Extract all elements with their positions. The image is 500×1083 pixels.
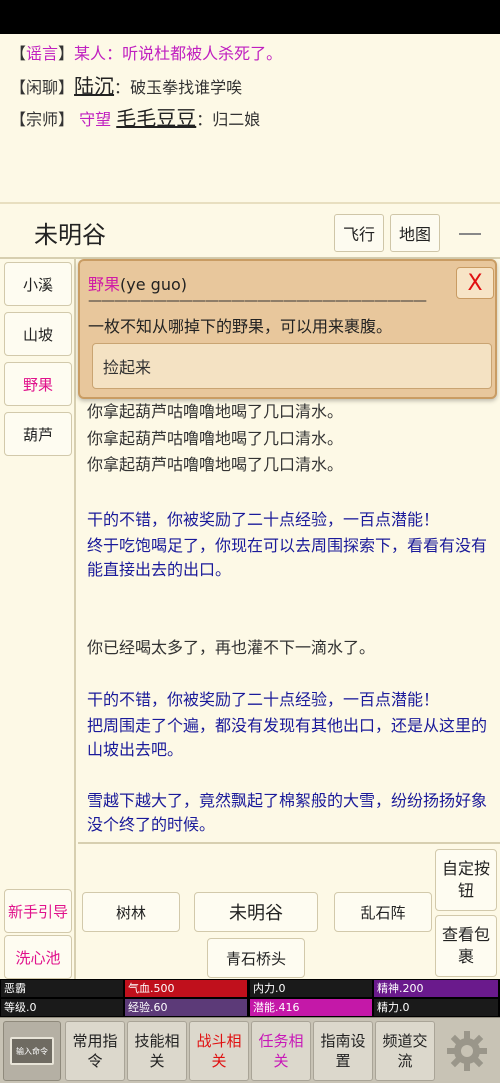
close-button[interactable]: X bbox=[456, 267, 494, 299]
object-gourd[interactable]: 葫芦 bbox=[4, 412, 72, 456]
log-line: 干的不错，你被奖励了二十点经验，一百点潜能！ bbox=[87, 510, 440, 529]
stat-jingshen: 精神.200 bbox=[374, 980, 498, 997]
room-header: 未明谷 飞行 地图 bbox=[0, 205, 500, 259]
tab-common-commands[interactable]: 常用指令 bbox=[65, 1021, 125, 1081]
stat-jingli: 精力.0 bbox=[374, 999, 498, 1016]
chat-speaker[interactable]: 陆沉 bbox=[74, 74, 114, 98]
chat-channel: 宗师 bbox=[26, 110, 59, 129]
system-status-bar bbox=[0, 0, 500, 34]
stat-hp: 气血.500 bbox=[125, 980, 247, 997]
exits-panel: 树林 未明谷 乱石阵 青石桥头 自定按钮 查看包裹 bbox=[78, 842, 500, 979]
log-line: 干的不错，你被奖励了二十点经验，一百点潜能！ bbox=[87, 690, 440, 709]
gear-icon[interactable] bbox=[438, 1021, 496, 1081]
fly-button[interactable]: 飞行 bbox=[334, 214, 384, 252]
item-popup: 野果(ye guo) X —————————————————————————— … bbox=[78, 259, 497, 399]
stat-neili: 内力.0 bbox=[250, 980, 372, 997]
newbie-guide-button[interactable]: 新手引导 bbox=[4, 889, 72, 933]
collapse-icon[interactable] bbox=[448, 219, 492, 249]
command-input-button[interactable]: 输入命令 bbox=[3, 1021, 61, 1081]
log-line: 你已经喝太多了，再也灌不下一滴水了。 bbox=[87, 638, 376, 657]
command-input-label: 输入命令 bbox=[10, 1037, 54, 1065]
object-stream[interactable]: 小溪 bbox=[4, 262, 72, 306]
map-button[interactable]: 地图 bbox=[390, 214, 440, 252]
log-line: 你拿起葫芦咕噜噜地喝了几口清水。 bbox=[87, 429, 344, 448]
chat-divider bbox=[0, 202, 500, 204]
log-line: 你拿起葫芦咕噜噜地喝了几口清水。 bbox=[87, 455, 344, 474]
tab-combat[interactable]: 战斗相关 bbox=[189, 1021, 249, 1081]
exit-east[interactable]: 乱石阵 bbox=[334, 892, 432, 932]
stat-level: 等级.0 bbox=[1, 999, 123, 1016]
chat-line: 【谣言】某人：听说杜都被人杀死了。 bbox=[10, 44, 283, 63]
gear-icon-svg bbox=[447, 1031, 487, 1071]
log-line: 雪越下越大了，竟然飘起了棉絮般的大雪，纷纷扬扬好象没个终了的时候。 bbox=[87, 791, 488, 834]
bottom-tabbar: 输入命令 常用指令 技能相关 战斗相关 任务相关 指南设置 频道交流 bbox=[0, 1017, 500, 1083]
stat-exp: 经验.60 bbox=[125, 999, 247, 1016]
item-title: 野果(ye guo) bbox=[88, 271, 187, 295]
tab-channels[interactable]: 频道交流 bbox=[375, 1021, 435, 1081]
exit-west[interactable]: 树林 bbox=[82, 892, 180, 932]
wash-heart-pool-button[interactable]: 洗心池 bbox=[4, 935, 72, 979]
inventory-button[interactable]: 查看包裹 bbox=[435, 915, 497, 977]
object-hillside[interactable]: 山坡 bbox=[4, 312, 72, 356]
log-line: 你拿起葫芦咕噜噜地喝了几口清水。 bbox=[87, 402, 344, 421]
chat-message: 听说杜都被人杀死了。 bbox=[122, 44, 283, 63]
chat-speaker[interactable]: 毛毛豆豆 bbox=[116, 106, 196, 130]
object-column: 小溪 山坡 野果 葫芦 新手引导 洗心池 bbox=[0, 259, 76, 979]
tab-guide-settings[interactable]: 指南设置 bbox=[313, 1021, 373, 1081]
chat-title: 守望 bbox=[79, 110, 112, 129]
chat-line: 【闲聊】陆沉：破玉拳找谁学唉 bbox=[10, 74, 243, 98]
exit-south[interactable]: 青石桥头 bbox=[207, 938, 305, 978]
tab-quests[interactable]: 任务相关 bbox=[251, 1021, 311, 1081]
log-line: 终于吃饱喝足了，你现在可以去周围探索下，看看有没有能直接出去的出口。 bbox=[87, 536, 488, 579]
object-wild-fruit[interactable]: 野果 bbox=[4, 362, 72, 406]
item-divider: —————————————————————————— bbox=[88, 293, 427, 309]
chat-message: 归二娘 bbox=[212, 110, 261, 129]
stat-alignment: 恶霸 bbox=[1, 980, 123, 997]
chat-panel: 【谣言】某人：听说杜都被人杀死了。 【闲聊】陆沉：破玉拳找谁学唉 【宗师】 守望… bbox=[0, 34, 500, 202]
exit-current[interactable]: 未明谷 bbox=[194, 892, 318, 932]
chat-speaker[interactable]: 某人 bbox=[74, 44, 106, 63]
log-line: 把周围走了个遍，都没有发现有其他出口，还是从这里的山坡出去吧。 bbox=[87, 716, 488, 759]
chat-channel: 闲聊 bbox=[26, 78, 59, 97]
room-title: 未明谷 bbox=[34, 221, 106, 249]
pick-up-button[interactable]: 捡起来 bbox=[92, 343, 492, 389]
chat-line: 【宗师】 守望 毛毛豆豆：归二娘 bbox=[10, 106, 261, 130]
item-pinyin: (ye guo) bbox=[120, 275, 187, 294]
chat-message: 破玉拳找谁学唉 bbox=[130, 78, 243, 97]
customize-button[interactable]: 自定按钮 bbox=[435, 849, 497, 911]
tab-skills[interactable]: 技能相关 bbox=[127, 1021, 187, 1081]
chat-channel: 谣言 bbox=[26, 44, 59, 63]
item-description: 一枚不知从哪掉下的野果，可以用来裹腹。 bbox=[88, 317, 393, 336]
stat-potential: 潜能.416 bbox=[250, 999, 372, 1016]
item-name: 野果 bbox=[88, 275, 121, 294]
stats-bar: 恶霸 气血.500 内力.0 精神.200 等级.0 经验.60 潜能.416 … bbox=[0, 979, 500, 1017]
